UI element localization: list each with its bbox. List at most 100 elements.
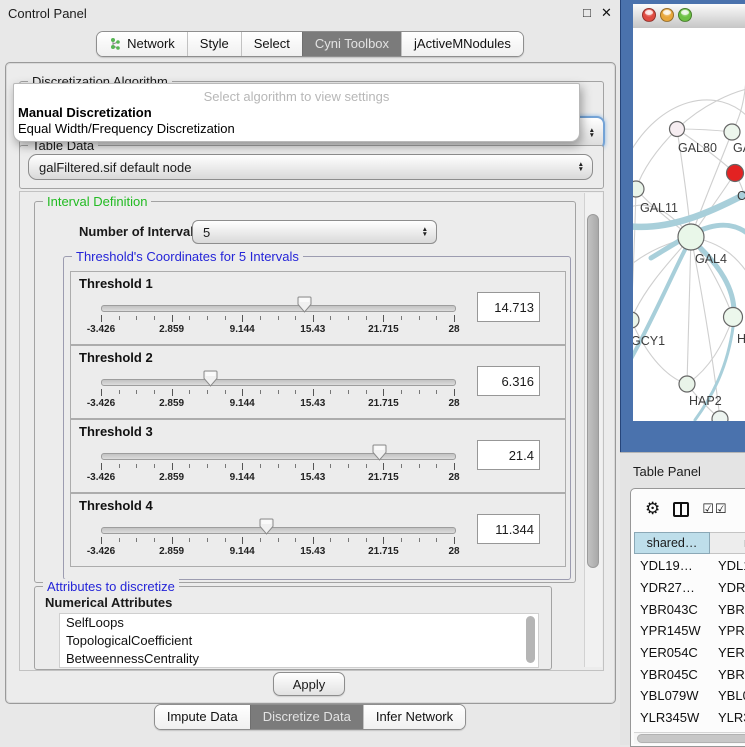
split-view-icon[interactable]: [673, 502, 689, 517]
slider-tick: [225, 390, 226, 394]
cell-shared-name: YPR145W: [634, 623, 710, 638]
slider-tick: [348, 390, 349, 394]
list-scrollbar-thumb[interactable]: [526, 616, 535, 663]
zoom-button[interactable]: [678, 8, 692, 22]
attribute-item-topologicalcoefficient[interactable]: TopologicalCoefficient: [60, 632, 538, 650]
slider-tick: [295, 464, 296, 468]
minimize-button[interactable]: [660, 8, 674, 22]
network-node-ga[interactable]: [724, 124, 740, 140]
attribute-item-selfloops[interactable]: SelfLoops: [60, 614, 538, 632]
close-icon[interactable]: ✕: [601, 5, 612, 21]
vertical-scrollbar-thumb[interactable]: [587, 214, 599, 568]
control-panel-window: Control Panel □ ✕ Network Style SelectCyni…: [0, 0, 620, 745]
checkbox-icons[interactable]: ☑☑: [702, 501, 727, 517]
table-panel-card: ⚙ ☑☑ shared…n YDL19…YDL1YDR27…YDR2YBR043…: [630, 488, 745, 747]
table-row[interactable]: YBR043CYBR0: [634, 598, 745, 620]
tick-label: 21.715: [368, 472, 399, 483]
network-node-gal80[interactable]: [670, 122, 685, 137]
slider-tick: [260, 464, 261, 468]
tab-label: Style: [200, 36, 229, 51]
threshold-value-field[interactable]: 6.316: [477, 366, 540, 396]
popup-option-manual-discretization[interactable]: Manual Discretization: [18, 105, 152, 120]
node-label: GAL80: [678, 141, 717, 155]
table-row[interactable]: YBR045CYBR0: [634, 663, 745, 685]
tab-select[interactable]: Select: [241, 32, 302, 56]
network-node-gal11[interactable]: [633, 181, 644, 197]
column-header-shared[interactable]: shared…: [634, 532, 710, 554]
tab-cyni-toolbox[interactable]: Cyni Toolbox: [302, 32, 401, 56]
slider-tick: [419, 464, 420, 468]
cyni-toolbox-panel: Discretization Algorithm ▲▼ Table Data g…: [5, 62, 616, 704]
interval-definition-group: Interval Definition Number of Intervals …: [34, 201, 576, 583]
apply-button[interactable]: Apply: [273, 672, 345, 696]
number-of-intervals-spinner[interactable]: 5 ▲▼: [192, 220, 437, 244]
slider-tick: [383, 463, 384, 470]
slider-track[interactable]: [101, 527, 456, 534]
window-title: Control Panel: [8, 6, 87, 21]
slider-tick: [207, 316, 208, 320]
slider-tick: [136, 538, 137, 542]
threshold-value-field[interactable]: 11.344: [477, 514, 540, 544]
slider-thumb[interactable]: [203, 370, 218, 387]
table-row[interactable]: YBL079WYBL0: [634, 685, 745, 707]
attribute-item-betweennesscentrality[interactable]: BetweennessCentrality: [60, 650, 538, 668]
slider-tick: [454, 315, 455, 322]
vertical-scrollbar-track[interactable]: [584, 193, 602, 667]
table-row[interactable]: YIL052CYIL0: [634, 729, 745, 732]
slider-tick: [225, 538, 226, 542]
table-row[interactable]: YPR145WYPR1: [634, 620, 745, 642]
slider-track[interactable]: [101, 379, 456, 386]
slider-thumb[interactable]: [297, 296, 312, 313]
slider-tick: [454, 537, 455, 544]
light-shine: [681, 10, 689, 15]
tab-jactivemnodules[interactable]: jActiveMNodules: [401, 32, 523, 56]
slider-tick: [101, 315, 102, 322]
slider-tick: [313, 463, 314, 470]
slider-thumb[interactable]: [259, 518, 274, 535]
tab-style[interactable]: Style: [187, 32, 241, 56]
slider-tick: [136, 390, 137, 394]
slider-tick: [260, 316, 261, 320]
slider-tick: [207, 464, 208, 468]
float-window-icon[interactable]: □: [583, 5, 591, 20]
node-label: GCY1: [633, 334, 665, 348]
network-node-hap2[interactable]: [679, 376, 695, 392]
tab-infer-network[interactable]: Infer Network: [363, 705, 465, 729]
network-node-gcy1[interactable]: [633, 312, 639, 328]
table-row[interactable]: YLR345WYLR3: [634, 707, 745, 729]
gear-icon[interactable]: ⚙: [645, 499, 660, 519]
threshold-value-field[interactable]: 21.4: [477, 440, 540, 470]
slider-tick: [330, 390, 331, 394]
horizontal-scrollbar-track[interactable]: [634, 732, 745, 744]
table-row[interactable]: YER054CYER0: [634, 642, 745, 664]
network-node-h[interactable]: [724, 308, 743, 327]
slider-thumb[interactable]: [372, 444, 387, 461]
cell-name: YDR2: [710, 580, 745, 595]
tab-label: Infer Network: [376, 709, 453, 724]
tab-impute-data[interactable]: Impute Data: [155, 705, 250, 729]
network-node-c[interactable]: [727, 165, 744, 182]
table-row[interactable]: YDL19…YDL1: [634, 555, 745, 577]
tab-discretize-data[interactable]: Discretize Data: [250, 705, 363, 729]
network-node-gal4[interactable]: [678, 224, 704, 250]
slider-tick: [313, 315, 314, 322]
table-row[interactable]: YDR27…YDR2: [634, 577, 745, 599]
slider-tick: [295, 316, 296, 320]
table-data-combo[interactable]: galFiltered.sif default node ▲▼: [28, 154, 593, 180]
tab-label: Impute Data: [167, 709, 238, 724]
slider-track[interactable]: [101, 453, 456, 460]
threshold-value-field[interactable]: 14.713: [477, 292, 540, 322]
close-button[interactable]: [642, 8, 656, 22]
network-canvas[interactable]: GAL80GACGAL11GAL4GCY1HHAP2: [633, 28, 745, 421]
slider-track[interactable]: [101, 305, 456, 312]
popup-option-equal-width-frequency[interactable]: Equal Width/Frequency Discretization: [18, 121, 235, 136]
tab-network[interactable]: Network: [97, 32, 187, 56]
cell-name: YBR0: [710, 602, 745, 617]
network-node[interactable]: [712, 411, 728, 421]
column-header-n[interactable]: n: [710, 532, 745, 554]
slider-tick: [401, 538, 402, 542]
cell-shared-name: YBR045C: [634, 667, 710, 682]
slider-tick: [260, 390, 261, 394]
horizontal-scrollbar-thumb[interactable]: [637, 734, 745, 743]
slider-tick: [172, 463, 173, 470]
